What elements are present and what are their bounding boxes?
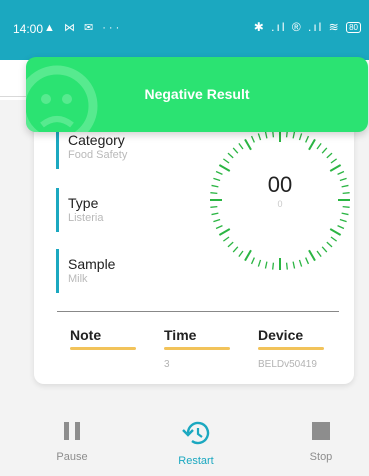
dial-tick (244, 249, 252, 262)
dial-tick (329, 228, 342, 236)
dial-tick (250, 257, 255, 265)
dial-tick (342, 192, 350, 195)
dial-tick (308, 249, 316, 262)
dial-tick (215, 170, 223, 175)
dial-tick (292, 261, 296, 269)
dial-tick (210, 192, 218, 195)
dial-tick (222, 236, 230, 242)
dial-tick (305, 135, 310, 143)
detail-value: BELDv50419 (258, 359, 317, 370)
dial-tick (339, 218, 347, 223)
dial-tick (227, 152, 234, 159)
field-label: Sample (68, 256, 116, 272)
dial-tick (329, 164, 342, 172)
dial-tick (244, 138, 252, 151)
pause-label: Pause (56, 451, 88, 463)
dial-tick (308, 138, 316, 151)
dial-tick (298, 259, 303, 267)
detail-value: 3 (164, 359, 170, 370)
pause-button[interactable]: Pause (42, 420, 102, 463)
dial-tick (341, 212, 349, 216)
restart-label: Restart (178, 455, 214, 467)
dial-tick (321, 147, 328, 154)
dial-tick (337, 225, 345, 230)
pause-icon (64, 422, 80, 440)
dial-tick (222, 158, 230, 164)
dial-tick (257, 133, 262, 141)
signal-wifi-icons: ✱ .ıl ® .ıl ≋ (253, 20, 341, 34)
dial-tick (339, 177, 347, 182)
detail-underline (164, 347, 230, 350)
dial-tick (250, 135, 255, 143)
result-text: Negative Result (144, 86, 250, 102)
dial-tick (232, 147, 239, 154)
details-divider (57, 311, 339, 312)
dial-tick (305, 257, 310, 265)
detail-header: Device (258, 327, 304, 343)
detail-underline (70, 347, 136, 350)
battery-icon: 80 (346, 22, 361, 34)
dial-tick (227, 241, 234, 248)
restart-icon (182, 421, 210, 445)
timer-display: 00 (267, 172, 293, 197)
dial-tick (264, 131, 268, 139)
dial-tick (211, 184, 219, 188)
restart-button[interactable]: Restart (166, 420, 226, 467)
field-value: Food Safety (68, 149, 128, 161)
stop-icon (312, 422, 330, 440)
dial-tick (213, 218, 221, 223)
notification-icons: ▲ ⋈ ✉ ··· (44, 22, 123, 34)
system-icons: ✱ .ıl ® .ıl ≋ 80 (254, 20, 361, 34)
dial-tick (210, 205, 218, 208)
field-accent-bar (56, 249, 59, 293)
bottom-nav: Pause Restart Stop (0, 420, 369, 476)
dial-tick (316, 142, 322, 150)
dial-tick (213, 177, 221, 182)
field-accent-bar (56, 188, 59, 232)
status-time: 14:00 (13, 22, 44, 36)
dial-tick (341, 184, 349, 188)
dial-tick (326, 241, 333, 248)
detail-device: Device BELDv50419 (258, 327, 324, 370)
stop-label: Stop (309, 451, 333, 463)
status-bar: 14:00 ▲ ⋈ ✉ ··· ✱ .ıl ® .ıl ≋ 80 (0, 0, 369, 60)
dial-tick (218, 228, 231, 236)
dial-tick (215, 225, 223, 230)
dial-tick (232, 246, 239, 253)
result-banner[interactable]: Negative Result (26, 57, 368, 132)
field-label: Type (68, 195, 99, 211)
dial-tick (342, 205, 350, 208)
field-label: Category (68, 132, 125, 148)
field-value: Listeria (68, 212, 104, 224)
dial-tick (298, 133, 303, 141)
dial-tick (257, 259, 262, 267)
stop-button[interactable]: Stop (291, 420, 351, 463)
timer-subvalue: 0 (277, 199, 283, 209)
dial-tick (326, 152, 333, 159)
dial-tick (238, 250, 244, 258)
detail-time: Time 3 (164, 327, 230, 370)
dial-tick (337, 170, 345, 175)
dial-tick (316, 250, 322, 258)
dial-tick (238, 142, 244, 150)
field-value: Milk (68, 273, 88, 285)
detail-underline (258, 347, 324, 350)
dial-tick (330, 236, 338, 242)
dial-tick (285, 262, 288, 270)
dial-tick (330, 158, 338, 164)
detail-header: Note (70, 327, 102, 343)
dial-tick (272, 262, 275, 270)
dial-tick (211, 212, 219, 216)
detail-header: Time (164, 327, 197, 343)
detail-note: Note (70, 327, 136, 359)
dial-tick (218, 164, 231, 172)
dial-tick (321, 246, 328, 253)
dial-tick (264, 261, 268, 269)
dial-tick (292, 131, 296, 139)
